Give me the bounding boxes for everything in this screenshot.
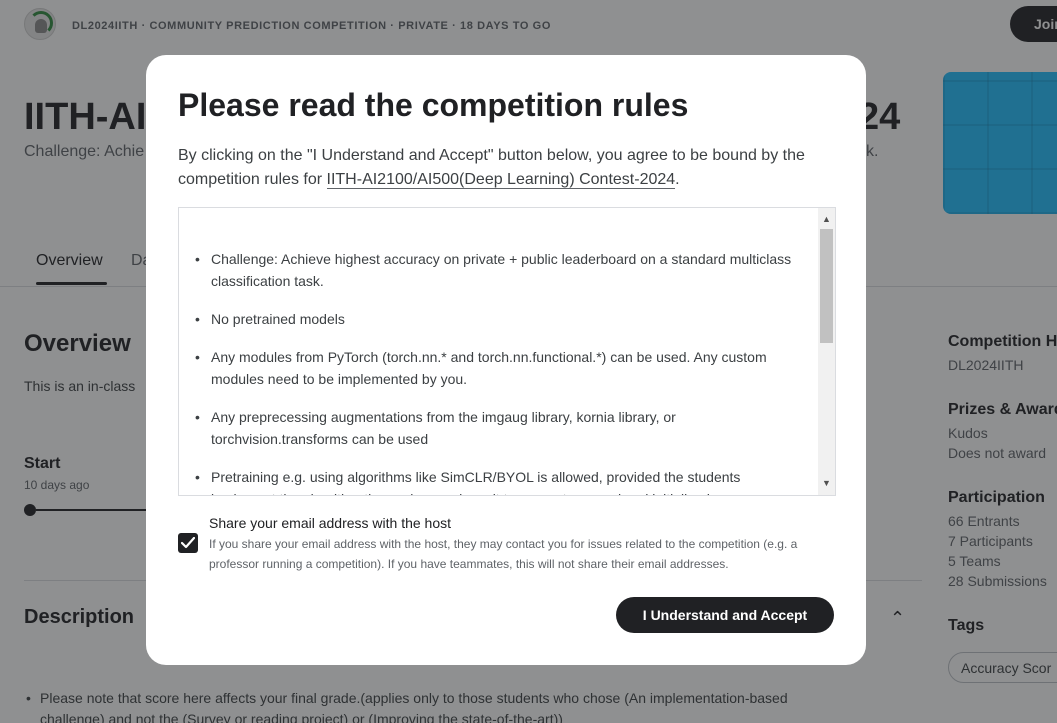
- dialog-title: Please read the competition rules: [178, 87, 689, 123]
- intro-period: .: [675, 171, 680, 188]
- scroll-down-arrow-icon[interactable]: ▼: [822, 478, 831, 488]
- share-email-help: If you share your email address with the…: [209, 537, 798, 571]
- rule-item: No pretrained models: [179, 308, 799, 330]
- competition-link[interactable]: IITH-AI2100/AI500(Deep Learning) Contest…: [326, 171, 676, 189]
- rule-item: Any modules from PyTorch (torch.nn.* and…: [179, 346, 799, 390]
- rule-item: Challenge: Achieve highest accuracy on p…: [179, 248, 799, 292]
- rules-list: Challenge: Achieve highest accuracy on p…: [179, 248, 799, 495]
- dialog-intro: By clicking on the "I Understand and Acc…: [178, 144, 838, 192]
- share-email-label[interactable]: Share your email address with the host: [209, 515, 451, 531]
- rule-item: Any preprecessing augmentations from the…: [179, 406, 799, 450]
- scrollbar-thumb[interactable]: [820, 229, 833, 343]
- rules-dialog: Please read the competition rules By cli…: [146, 55, 866, 665]
- share-email-checkbox[interactable]: [178, 533, 198, 553]
- scroll-up-arrow-icon[interactable]: ▲: [822, 214, 831, 224]
- rules-scroll-box[interactable]: Challenge: Achieve highest accuracy on p…: [178, 207, 836, 496]
- checkmark-icon: [181, 537, 195, 549]
- rules-scrollbar[interactable]: ▲ ▼: [818, 208, 835, 495]
- rule-item: Pretraining e.g. using algorithms like S…: [179, 466, 799, 495]
- accept-button[interactable]: I Understand and Accept: [616, 597, 834, 633]
